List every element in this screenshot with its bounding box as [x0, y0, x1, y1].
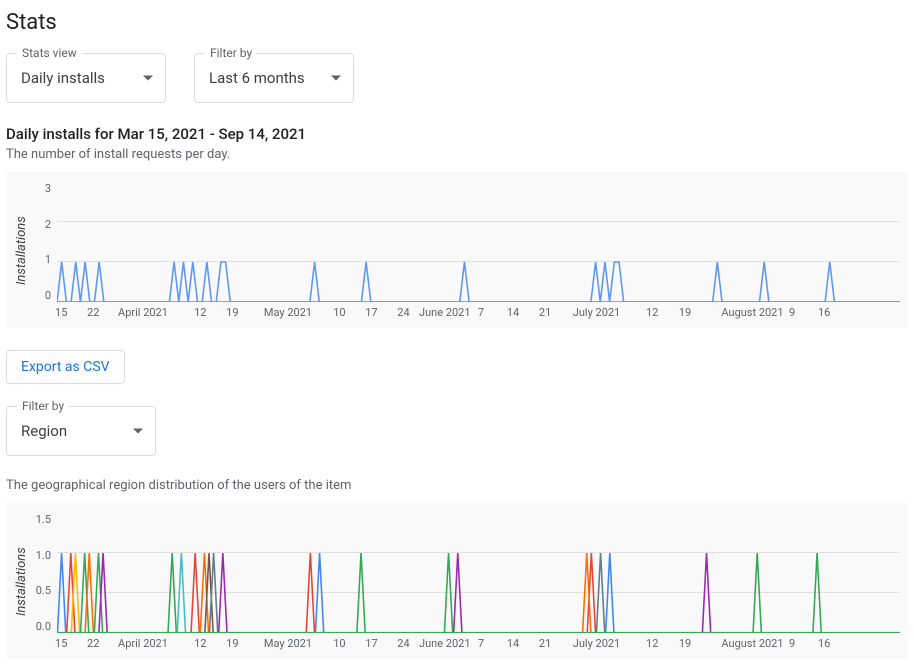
chevron-down-icon [143, 76, 153, 81]
controls-row-region: Filter by Region [6, 406, 908, 456]
filter-time-label: Filter by [205, 46, 257, 60]
filter-region-value: Region [21, 422, 67, 440]
chart1-subtitle: The number of install requests per day. [6, 147, 908, 162]
chart2-x-ticks: 1522April 20211219May 2021101724June 202… [57, 637, 900, 651]
chart1-y-ticks: 3210 [33, 182, 57, 302]
filter-region-label: Filter by [17, 399, 69, 413]
filter-time-select[interactable]: Filter by Last 6 months [194, 53, 354, 103]
chart2-plot [57, 513, 900, 633]
chart1-x-ticks: 1522April 20211219May 2021101724June 202… [57, 306, 900, 320]
chart2-container: Installations 1.51.00.50.0 1522April 202… [6, 503, 908, 659]
filter-region-select[interactable]: Filter by Region [6, 406, 156, 456]
chart1-container: Installations 3210 1522April 20211219May… [6, 172, 908, 328]
stats-view-label: Stats view [17, 46, 82, 60]
chart2-y-label: Installations [14, 513, 29, 651]
export-csv-button[interactable]: Export as CSV [6, 350, 125, 384]
chevron-down-icon [133, 429, 143, 434]
page-title: Stats [6, 10, 908, 35]
chart1-y-label: Installations [14, 182, 29, 320]
chart1-title: Daily installs for Mar 15, 2021 - Sep 14… [6, 125, 908, 143]
controls-row-top: Stats view Daily installs Filter by Last… [6, 53, 908, 103]
chart2-subtitle: The geographical region distribution of … [6, 478, 908, 493]
chart1-plot [57, 182, 900, 302]
chart2-y-ticks: 1.51.00.50.0 [33, 513, 57, 633]
stats-view-select[interactable]: Stats view Daily installs [6, 53, 166, 103]
stats-view-value: Daily installs [21, 69, 105, 87]
filter-time-value: Last 6 months [209, 69, 305, 87]
chevron-down-icon [331, 76, 341, 81]
